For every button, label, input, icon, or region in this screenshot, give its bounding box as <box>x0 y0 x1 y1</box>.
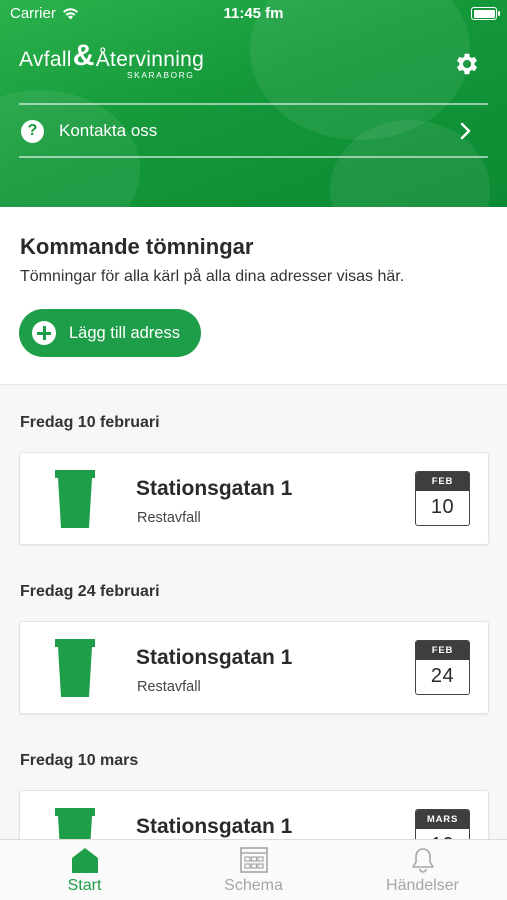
add-address-button[interactable]: Lägg till adress <box>19 309 201 357</box>
tab-bar: Start Schema Händelser <box>0 839 507 900</box>
tab-handelser[interactable]: Händelser <box>338 840 507 900</box>
gear-icon[interactable] <box>453 50 481 78</box>
logo-text-left: Avfall <box>19 48 72 71</box>
tab-schema[interactable]: Schema <box>169 840 338 900</box>
section-description: Tömningar för alla kärl på alla dina adr… <box>20 268 405 285</box>
card-waste-type: Restavfall <box>137 679 201 695</box>
bell-icon <box>411 848 434 873</box>
logo-ampersand: & <box>72 39 95 72</box>
group-date: Fredag 10 mars <box>20 752 139 769</box>
home-icon <box>71 848 98 873</box>
battery-level <box>473 9 495 18</box>
card-address: Stationsgatan 1 <box>136 815 293 838</box>
calendar-day: 24 <box>430 665 455 687</box>
calendar-badge: FEB 24 <box>415 640 470 695</box>
tab-label: Start <box>67 877 102 894</box>
pickup-card[interactable]: Stationsgatan 1 MARS 10 <box>19 790 489 839</box>
question-icon: ? <box>21 119 44 143</box>
section-title: Kommande tömningar <box>20 234 254 259</box>
status-bar: Carrier 11:45 fm <box>0 0 507 30</box>
calendar-month: FEB <box>416 472 469 491</box>
header-banner: Carrier 11:45 fm Avfall & Återvinning SK… <box>0 0 507 207</box>
card-address: Stationsgatan 1 <box>136 477 293 500</box>
pickup-card[interactable]: Stationsgatan 1 Restavfall FEB 24 <box>19 621 489 714</box>
bin-icon <box>55 639 95 697</box>
app-logo: Avfall & Återvinning SKARABORG <box>19 39 205 81</box>
tab-label: Schema <box>224 877 283 894</box>
bin-icon <box>55 808 95 839</box>
upcoming-section: Kommande tömningar Tömningar för alla kä… <box>0 207 507 385</box>
logo-text-right: Återvinning <box>95 48 205 71</box>
contact-us-row[interactable]: ? Kontakta oss <box>19 106 488 156</box>
calendar-day: 10 <box>430 496 455 518</box>
card-address: Stationsgatan 1 <box>136 646 293 669</box>
tab-label: Händelser <box>386 877 459 894</box>
group-date: Fredag 10 februari <box>20 414 160 431</box>
group-date: Fredag 24 februari <box>20 583 160 600</box>
divider <box>19 103 488 105</box>
card-waste-type: Restavfall <box>137 510 201 526</box>
tab-start[interactable]: Start <box>0 840 169 900</box>
calendar-grid-icon <box>239 847 268 873</box>
calendar-badge: MARS 10 <box>415 809 470 839</box>
bin-icon <box>55 470 95 528</box>
logo-subtitle: SKARABORG <box>127 70 195 80</box>
status-time: 11:45 fm <box>223 5 284 22</box>
chevron-right-icon <box>460 122 471 140</box>
add-address-label: Lägg till adress <box>69 323 180 342</box>
pickup-list[interactable]: Fredag 10 februari Stationsgatan 1 Resta… <box>0 384 507 839</box>
battery-icon <box>471 7 500 20</box>
pickup-card[interactable]: Stationsgatan 1 Restavfall FEB 10 <box>19 452 489 545</box>
divider <box>19 156 488 158</box>
calendar-badge: FEB 10 <box>415 471 470 526</box>
plus-circle-icon <box>32 321 56 345</box>
contact-label: Kontakta oss <box>59 121 158 140</box>
calendar-month: MARS <box>416 810 469 829</box>
calendar-month: FEB <box>416 641 469 660</box>
